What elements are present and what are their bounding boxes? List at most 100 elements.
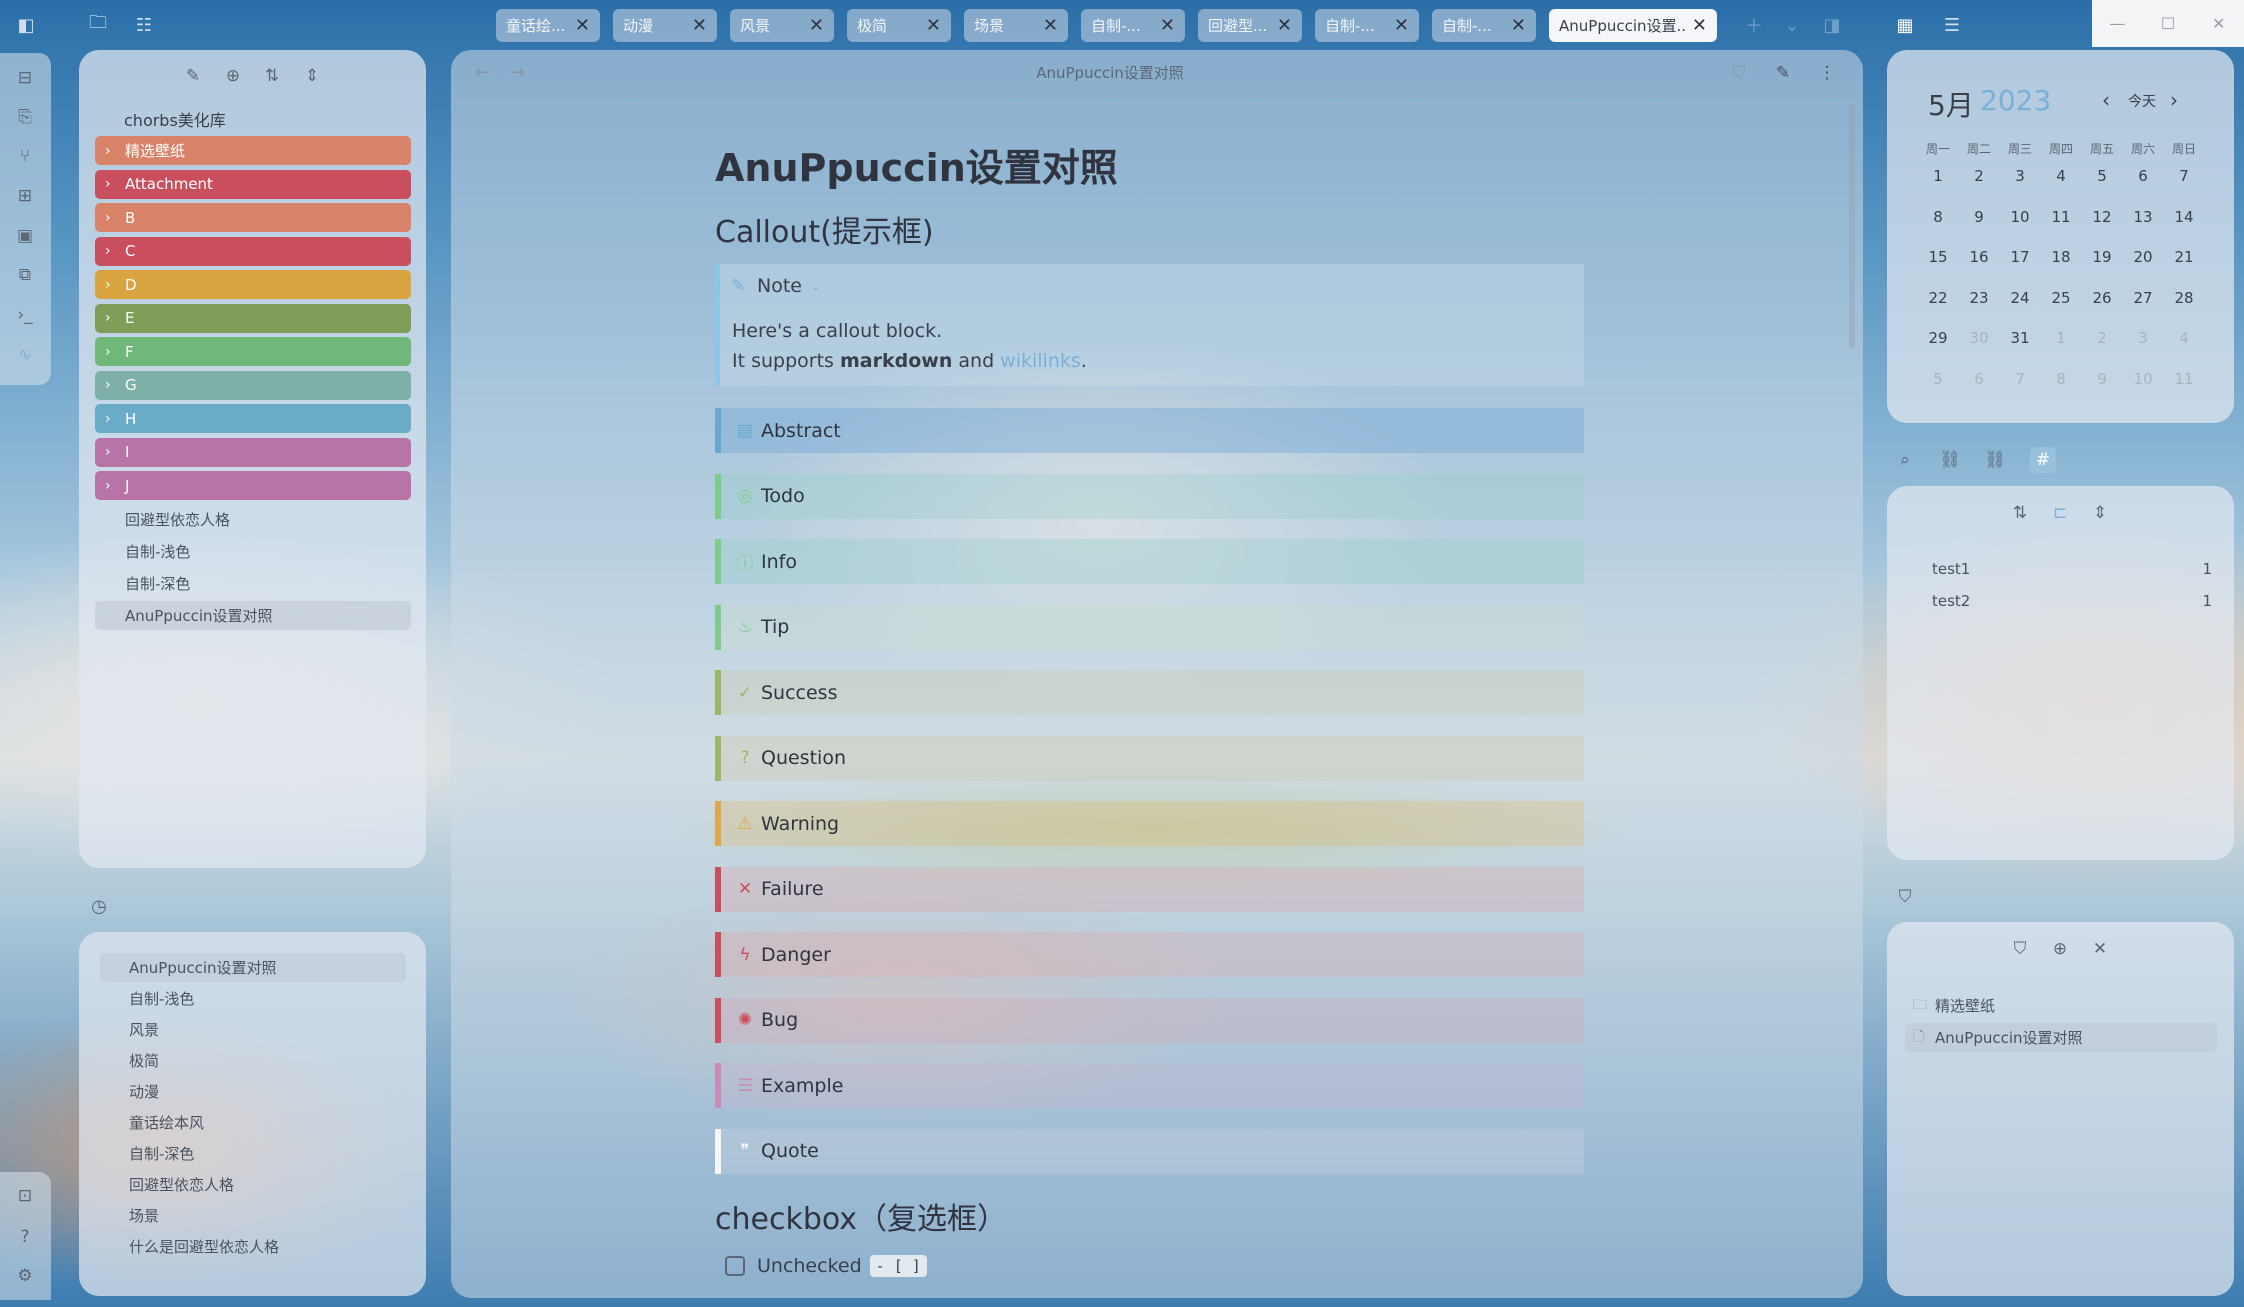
calendar-day[interactable]: 3 [2123,329,2163,347]
add-bookmark-icon[interactable]: ⛉ [2007,936,2033,962]
close-icon[interactable]: ✕ [575,15,590,36]
new-folder-icon[interactable]: ⊕ [220,63,246,89]
calendar-day[interactable]: 11 [2164,370,2204,388]
wikilinks-link[interactable]: wikilinks [1000,350,1081,372]
callout-success[interactable]: ✓ Success [715,670,1584,715]
calendar-day[interactable]: 26 [2082,289,2122,307]
file-item[interactable]: AnuPpuccin设置对照 [95,601,411,630]
callout-warning[interactable]: ⚠ Warning [715,801,1584,846]
calendar-day[interactable]: 15 [1918,248,1958,266]
more-options-icon[interactable]: ⋮ [1814,60,1840,86]
bookmark-icon[interactable]: ⛉ [1892,884,1918,910]
calendar-day[interactable]: 27 [2123,289,2163,307]
calendar-day[interactable]: 19 [2082,248,2122,266]
calendar-day[interactable]: 28 [2164,289,2204,307]
tags-hash-icon[interactable]: # [2030,447,2056,473]
backlinks-icon[interactable]: ⛓ [1937,447,1963,473]
calendar-day[interactable]: 23 [1959,289,1999,307]
forward-arrow-icon[interactable]: → [510,62,525,83]
chevron-right-icon[interactable]: › [105,344,125,360]
activity-icon[interactable]: ∿ [13,343,37,367]
calendar-day[interactable]: 3 [2000,167,2040,185]
sort-icon[interactable]: ⇅ [259,63,285,89]
recent-files-clock-icon[interactable]: ◷ [86,893,112,919]
command-palette-icon[interactable]: ›_ [13,303,37,327]
tab-1[interactable]: 动漫 ✕ [613,9,717,42]
calendar-day[interactable]: 5 [1918,370,1958,388]
calendar-day[interactable]: 24 [2000,289,2040,307]
editor-scrollbar[interactable] [1849,104,1855,349]
calendar-day[interactable]: 10 [2000,208,2040,226]
chevron-right-icon[interactable]: › [105,377,125,393]
view-header-title[interactable]: AnuPpuccin设置对照 [900,62,1320,83]
chevron-right-icon[interactable]: › [105,478,125,494]
calendar-day[interactable]: 8 [1918,208,1958,226]
help-icon[interactable]: ? [13,1225,37,1249]
graph-view-icon[interactable]: ⑂ [13,144,37,168]
recent-file-item[interactable]: AnuPpuccin设置对照 [100,953,406,982]
sidebar-toggle-icon[interactable]: ◧ [14,13,38,37]
calendar-day[interactable]: 4 [2041,167,2081,185]
calendar-day[interactable]: 7 [2164,167,2204,185]
minimize-button[interactable]: — [2092,0,2143,47]
calendar-day[interactable]: 7 [2000,370,2040,388]
calendar-day[interactable]: 25 [2041,289,2081,307]
open-file-icon[interactable]: ⎘ [13,105,37,129]
close-icon[interactable]: ✕ [926,15,941,36]
file-item[interactable]: 自制-深色 [95,569,411,598]
folder-item[interactable]: › E [95,303,411,333]
calendar-day[interactable]: 1 [2041,329,2081,347]
checkbox[interactable] [725,1256,745,1276]
tab-6[interactable]: 回避型... ✕ [1198,9,1302,42]
callout-failure[interactable]: ✕ Failure [715,866,1584,912]
daily-note-icon[interactable]: ▣ [13,224,37,248]
recent-file-item[interactable]: 动漫 [100,1077,406,1106]
calendar-day[interactable]: 4 [2164,329,2204,347]
bookmark-icon[interactable]: ⛉ [1726,60,1752,86]
tab-8[interactable]: 自制-... ✕ [1432,9,1536,42]
maximize-button[interactable]: ☐ [2143,0,2194,47]
prev-month-chevron-icon[interactable]: ‹ [2102,88,2110,112]
chevron-right-icon[interactable]: › [105,176,125,192]
close-icon[interactable]: ✕ [1160,15,1175,36]
callout-quote[interactable]: ❞ Quote [715,1128,1584,1174]
tag-item[interactable]: test1 1 [1932,560,2212,578]
chevron-right-icon[interactable]: › [105,310,125,326]
callout-info[interactable]: ⓘ Info [715,539,1584,584]
folder-item[interactable]: › I [95,437,411,467]
tab-3[interactable]: 极简 ✕ [847,9,951,42]
chevron-right-icon[interactable]: › [105,444,125,460]
callout-todo[interactable]: ◎ Todo [715,473,1584,519]
quick-switcher-icon[interactable]: ⊟ [13,66,37,90]
folder-item[interactable]: › Attachment [95,169,411,199]
chevron-right-icon[interactable]: › [105,143,125,159]
calendar-day[interactable]: 6 [2123,167,2163,185]
folder-item[interactable]: › J [95,471,411,500]
tab-9-active[interactable]: AnuPpuccin设置... ✕ [1549,9,1717,42]
new-note-icon[interactable]: ✎ [180,63,206,89]
callout-tip[interactable]: ♨ Tip [715,604,1584,650]
recent-file-item[interactable]: 自制-深色 [100,1139,406,1168]
callout-bug[interactable]: ✺ Bug [715,997,1584,1043]
outgoing-links-icon[interactable]: ⛓ [1982,447,2008,473]
calendar-day[interactable]: 9 [2082,370,2122,388]
close-icon[interactable]: ✕ [1394,15,1409,36]
outline-view-icon[interactable]: ☰ [1940,13,1964,37]
calendar-day[interactable]: 14 [2164,208,2204,226]
calendar-day[interactable]: 29 [1918,329,1958,347]
tag-item[interactable]: test2 1 [1932,592,2212,610]
callout-example[interactable]: ☰ Example [715,1063,1584,1108]
recent-file-item[interactable]: 场景 [100,1201,406,1230]
note-callout-title[interactable]: ✎ Note ⌄ [731,275,821,297]
calendar-day[interactable]: 10 [2123,370,2163,388]
recent-file-item[interactable]: 什么是回避型依恋人格 [100,1232,406,1261]
calendar-day[interactable]: 2 [2082,329,2122,347]
tab-4[interactable]: 场景 ✕ [964,9,1068,42]
calendar-day[interactable]: 30 [1959,329,1999,347]
calendar-day[interactable]: 12 [2082,208,2122,226]
calendar-day[interactable]: 8 [2041,370,2081,388]
canvas-icon[interactable]: ⊞ [13,184,37,208]
close-window-button[interactable]: ✕ [2193,0,2244,47]
recent-file-item[interactable]: 回避型依恋人格 [100,1170,406,1199]
tree-view-icon[interactable]: ⊏ [2047,500,2073,526]
